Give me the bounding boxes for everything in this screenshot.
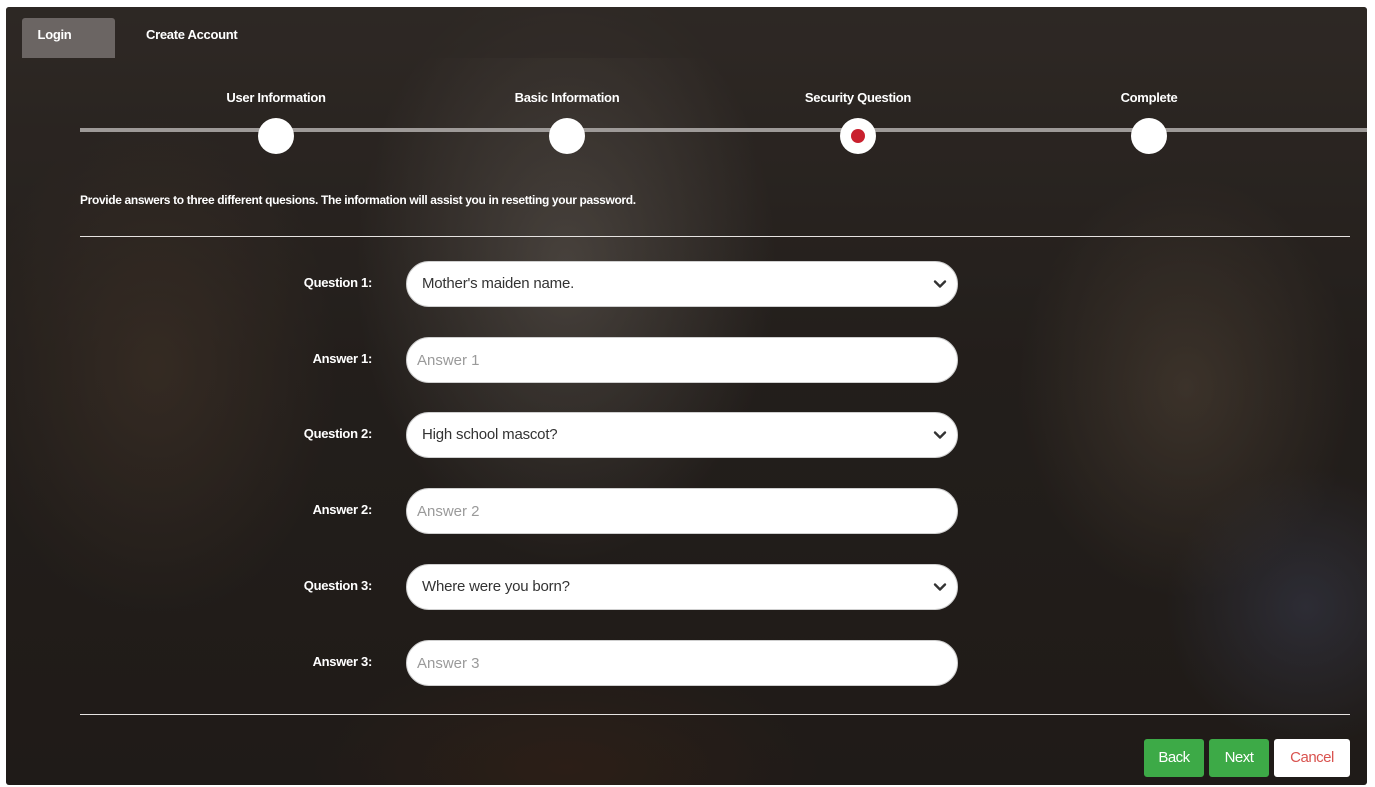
question-3-row: Question 3: Where were you born?	[6, 564, 966, 612]
question-3-select[interactable]: Where were you born?	[406, 564, 958, 610]
answer-1-label: Answer 1:	[312, 351, 373, 366]
step-dot	[549, 118, 585, 154]
answer-1-input[interactable]	[417, 338, 937, 382]
progress-stepper: User Information Basic Information Secur…	[6, 7, 1367, 167]
step-dot	[1131, 118, 1167, 154]
answer-1-field-wrapper	[406, 337, 958, 383]
question-1-select[interactable]: Mother's maiden name.	[406, 261, 958, 307]
step-dot-active	[840, 118, 876, 154]
answer-2-row: Answer 2:	[6, 488, 966, 536]
step-user-information: User Information	[176, 90, 376, 154]
step-label: Basic Information	[514, 90, 620, 105]
next-button[interactable]: Next	[1209, 739, 1269, 777]
step-label: User Information	[226, 90, 326, 105]
question-1-label: Question 1:	[303, 275, 373, 290]
answer-3-field-wrapper	[406, 640, 958, 686]
chevron-down-icon	[933, 280, 947, 288]
question-1-value: Mother's maiden name.	[422, 275, 575, 292]
question-3-value: Where were you born?	[422, 578, 570, 595]
question-2-label: Question 2:	[303, 426, 373, 441]
answer-1-row: Answer 1:	[6, 337, 966, 385]
question-1-row: Question 1: Mother's maiden name.	[6, 261, 966, 309]
step-label: Complete	[1120, 90, 1178, 105]
answer-3-row: Answer 3:	[6, 640, 966, 688]
question-2-row: Question 2: High school mascot?	[6, 412, 966, 460]
divider-top	[80, 236, 1350, 237]
step-security-question: Security Question	[758, 90, 958, 154]
answer-2-field-wrapper	[406, 488, 958, 534]
step-dot	[258, 118, 294, 154]
step-basic-information: Basic Information	[467, 90, 667, 154]
answer-2-input[interactable]	[417, 489, 937, 533]
answer-3-input[interactable]	[417, 641, 937, 685]
page-frame: Login Create Account User Information Ba…	[6, 7, 1367, 785]
divider-bottom	[80, 714, 1350, 715]
chevron-down-icon	[933, 583, 947, 591]
chevron-down-icon	[933, 431, 947, 439]
answer-2-label: Answer 2:	[312, 502, 373, 517]
instruction-text: Provide answers to three different quesi…	[80, 193, 636, 207]
step-complete: Complete	[1049, 90, 1249, 154]
cancel-button[interactable]: Cancel	[1274, 739, 1350, 777]
step-label: Security Question	[804, 90, 912, 105]
question-3-label: Question 3:	[303, 578, 373, 593]
answer-3-label: Answer 3:	[312, 654, 373, 669]
question-2-select[interactable]: High school mascot?	[406, 412, 958, 458]
question-2-value: High school mascot?	[422, 426, 558, 443]
back-button[interactable]: Back	[1144, 739, 1204, 777]
